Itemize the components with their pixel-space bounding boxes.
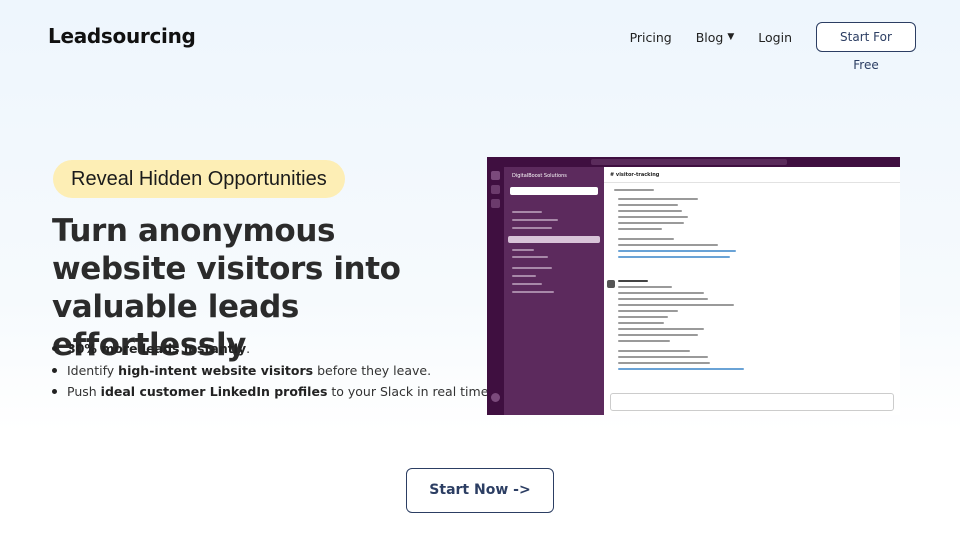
- screenshot-sidebar-button: [510, 187, 598, 195]
- hero-badge: Reveal Hidden Opportunities: [53, 160, 345, 198]
- avatar: [607, 280, 615, 288]
- bullet-after: to your Slack in real time.: [327, 384, 493, 399]
- screenshot-sidebar: DigitalBoost Solutions: [504, 167, 604, 415]
- logo[interactable]: Leadsourcing: [48, 24, 196, 48]
- start-for-free-button[interactable]: Start For Free: [816, 22, 916, 72]
- screenshot-search-bar: [591, 159, 787, 165]
- bullet-before: Push: [67, 384, 101, 399]
- product-screenshot: DigitalBoost Solutions # visitor-trackin…: [487, 157, 900, 415]
- chevron-down-icon: ▼: [727, 32, 735, 42]
- screenshot-message-composer: [610, 393, 894, 411]
- screenshot-channel-name: # visitor-tracking: [610, 172, 660, 178]
- nav-blog[interactable]: Blog ▼: [696, 30, 735, 45]
- start-now-button[interactable]: Start Now ->: [406, 468, 554, 513]
- screenshot-titlebar: [487, 157, 900, 167]
- dms-icon: [491, 199, 500, 208]
- list-item: 30% more leads instantly.: [52, 338, 492, 360]
- screenshot-selected-channel: [508, 236, 600, 243]
- top-nav: Pricing Blog ▼ Login Start For Free: [630, 22, 916, 72]
- workspace-icon: [491, 171, 500, 180]
- bullet-bold: 30% more leads instantly: [67, 341, 247, 356]
- bullet-bold: ideal customer LinkedIn profiles: [100, 384, 328, 399]
- feature-list: 30% more leads instantly. Identify high-…: [52, 338, 492, 403]
- bullet-before: Identify: [67, 362, 119, 378]
- bullet-icon: [52, 346, 57, 352]
- nav-blog-label: Blog: [695, 29, 724, 45]
- bullet-bold: high-intent website visitors: [118, 362, 314, 378]
- add-icon: [491, 393, 500, 402]
- screenshot-channel-view: # visitor-tracking: [604, 167, 900, 415]
- bullet-after: .: [246, 341, 251, 356]
- list-item: Identify high-intent website visitors be…: [52, 360, 492, 382]
- bullet-after: before they leave.: [313, 362, 432, 378]
- bullet-icon: [52, 389, 57, 395]
- screenshot-workspace-name: DigitalBoost Solutions: [512, 173, 567, 179]
- nav-pricing[interactable]: Pricing: [630, 30, 672, 45]
- bullet-icon: [52, 367, 57, 373]
- nav-login[interactable]: Login: [758, 30, 792, 45]
- list-item: Push ideal customer LinkedIn profiles to…: [52, 381, 492, 403]
- home-icon: [491, 185, 500, 194]
- screenshot-workspace-rail: [487, 167, 504, 415]
